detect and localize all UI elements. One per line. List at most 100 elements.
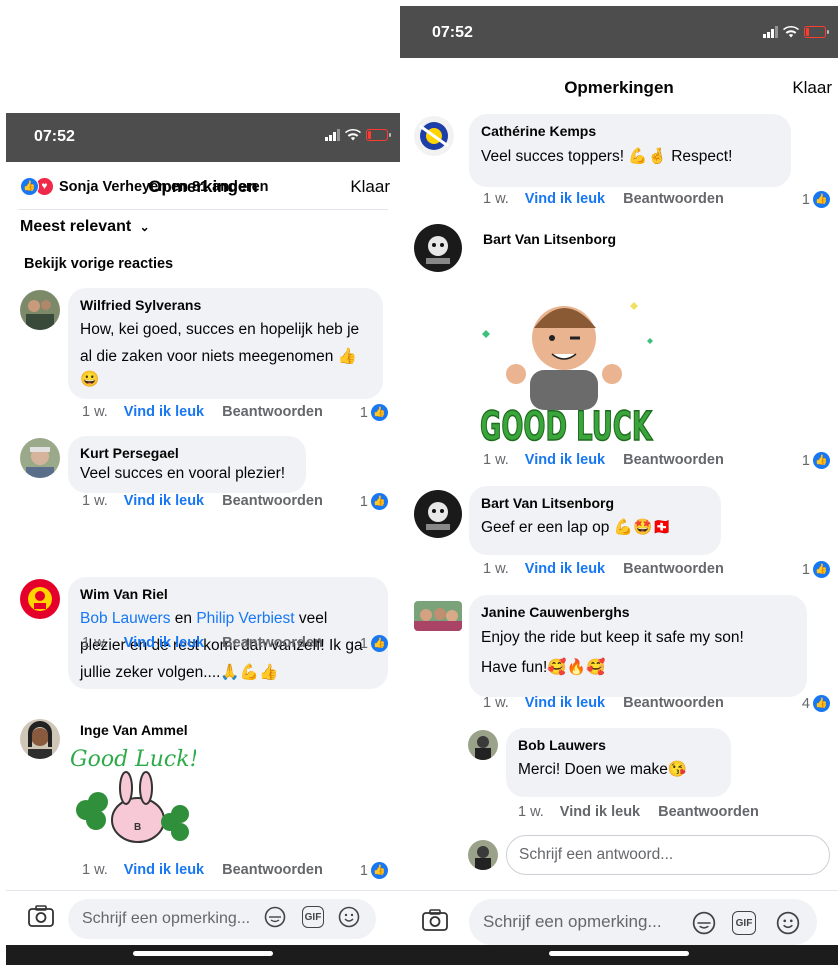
like-button[interactable]: Vind ik leuk [560,804,640,820]
reply-bubble[interactable]: Bob Lauwers Merci! Doen we make😘 [506,728,731,797]
comment-bubble[interactable]: Cathérine Kemps Veel succes toppers! 💪🤞 … [469,114,791,187]
sticker-icon[interactable] [692,911,716,935]
comment-author[interactable]: Bart Van Litsenborg [483,231,616,247]
left-screenshot: 07:52 Opmerkingen Klaar 👍 ♥ Sonja Verhey… [6,113,400,965]
reply-button[interactable]: Beantwoorden [222,635,323,651]
avatar[interactable] [414,601,462,631]
like-button[interactable]: Vind ik leuk [124,862,204,878]
comment-author[interactable]: Wilfried Sylverans [80,297,371,313]
comment-input[interactable]: Schrijf een opmerking... [469,899,817,945]
comment-bubble[interactable]: Wilfried Sylverans How, kei goed, succes… [68,288,383,399]
comment-author[interactable]: Wim Van Riel [80,586,376,602]
view-previous-comments-link[interactable]: Bekijk vorige reacties [24,256,173,272]
good-luck-sticker[interactable]: Good Luck! B [66,740,198,850]
like-button[interactable]: Vind ik leuk [124,635,204,651]
comment-like-count[interactable]: 1 👍 [360,404,388,421]
done-button[interactable]: Klaar [792,78,832,98]
reply-input[interactable]: Schrijf een antwoord... [506,835,830,875]
avatar[interactable] [414,490,462,538]
signal-icon [763,26,778,38]
avatar[interactable] [414,224,462,272]
like-reaction-icon: 👍 [371,493,388,510]
svg-text:B: B [134,822,141,833]
wifi-icon [783,26,799,38]
comment-bubble[interactable]: Kurt Persegael Veel succes en vooral ple… [68,436,306,493]
gif-button[interactable]: GIF [302,906,324,928]
comment-like-count[interactable]: 4 👍 [802,695,830,712]
home-indicator [6,945,400,965]
comment-like-count[interactable]: 1 👍 [360,862,388,879]
camera-icon[interactable] [28,905,54,927]
like-button[interactable]: Vind ik leuk [525,191,605,207]
like-button[interactable]: Vind ik leuk [525,452,605,468]
reply-button[interactable]: Beantwoorden [222,862,323,878]
reply-button[interactable]: Beantwoorden [623,695,724,711]
comment-like-count[interactable]: 1 👍 [360,493,388,510]
comments-sheet: Opmerkingen Klaar Cathérine Kemps Veel s… [400,58,838,965]
svg-text:Good Luck!: Good Luck! [70,747,196,772]
emoji-icon[interactable] [338,906,360,928]
comment-bubble[interactable]: Janine Cauwenberghs Enjoy the ride but k… [469,595,807,697]
like-button[interactable]: Vind ik leuk [124,404,204,420]
like-button[interactable]: Vind ik leuk [525,561,605,577]
reply-author[interactable]: Bob Lauwers [518,737,719,753]
comment-text: Enjoy the ride but keep it safe my son! … [481,629,744,676]
reply-button[interactable]: Beantwoorden [222,404,323,420]
avatar[interactable] [20,290,60,330]
comment-author[interactable]: Janine Cauwenberghs [481,604,795,620]
reply-button[interactable]: Beantwoorden [658,804,759,820]
comment-bubble[interactable]: Wim Van Riel Bob Lauwers en Philip Verbi… [68,577,388,689]
like-reaction-icon: 👍 [371,635,388,652]
like-reaction-icon: 👍 [371,862,388,879]
comment-text: Veel succes en vooral plezier! [80,465,286,482]
avatar[interactable] [414,116,454,156]
reply-button[interactable]: Beantwoorden [623,561,724,577]
reply-button[interactable]: Beantwoorden [222,493,323,509]
avatar[interactable] [20,438,60,478]
like-button[interactable]: Vind ik leuk [124,493,204,509]
comment-author[interactable]: Cathérine Kemps [481,123,779,139]
sort-dropdown[interactable]: Meest relevant ⌄ [20,218,150,236]
reply-button[interactable]: Beantwoorden [623,191,724,207]
comment-author[interactable]: Inge Van Ammel [80,722,188,738]
good-luck-sticker[interactable]: GOOD LUCK [472,278,662,451]
sort-label: Meest relevant [20,218,132,235]
reactions-summary[interactable]: 👍 ♥ Sonja Verheyen en 81 anderen [20,177,269,196]
emoji-icon[interactable] [776,911,800,935]
comment-author[interactable]: Bart Van Litsenborg [481,495,709,511]
camera-icon[interactable] [422,909,448,931]
like-button[interactable]: Vind ik leuk [525,695,605,711]
comment-author[interactable]: Kurt Persegael [80,445,294,461]
comment-like-count[interactable]: 1 👍 [802,452,830,469]
avatar[interactable] [20,719,60,759]
comment-actions: 1 w. Vind ik leuk Beantwoorden [82,493,323,509]
gif-button[interactable]: GIF [732,911,756,935]
status-bar: 07:52 [400,6,838,58]
tagged-user-link[interactable]: Philip Verbiest [196,610,294,627]
sticker-icon[interactable] [264,906,286,928]
chevron-down-icon: ⌄ [139,220,150,234]
comment-composer: Schrijf een opmerking... GIF [6,890,400,943]
comment-age: 1 w. [483,191,509,207]
comment-like-count[interactable]: 1 👍 [802,191,830,208]
system-icons [325,129,391,141]
battery-icon [804,26,829,38]
comment-actions: 1 w. Vind ik leuk Beantwoorden [82,862,323,878]
reply-actions: 1 w. Vind ik leuk Beantwoorden [518,804,759,820]
reply-button[interactable]: Beantwoorden [623,452,724,468]
comment-actions: 1 w. Vind ik leuk Beantwoorden [82,635,323,651]
comment-like-count[interactable]: 1 👍 [360,635,388,652]
status-time: 07:52 [432,24,473,41]
avatar [468,840,498,870]
comment-bubble[interactable]: Bart Van Litsenborg Geef er een lap op 💪… [469,486,721,555]
avatar[interactable] [20,579,60,619]
comment-like-count[interactable]: 1 👍 [802,561,830,578]
like-reaction-icon: 👍 [813,191,830,208]
avatar[interactable] [468,730,498,760]
comment-input[interactable]: Schrijf een opmerking... [68,899,376,939]
done-button[interactable]: Klaar [350,177,390,197]
comment-actions: 1 w. Vind ik leuk Beantwoorden [483,561,724,577]
tagged-user-link[interactable]: Bob Lauwers [80,610,170,627]
like-reaction-icon: 👍 [371,404,388,421]
comment-text: Geef er een lap op 💪🤩🇨🇭 [481,519,672,536]
